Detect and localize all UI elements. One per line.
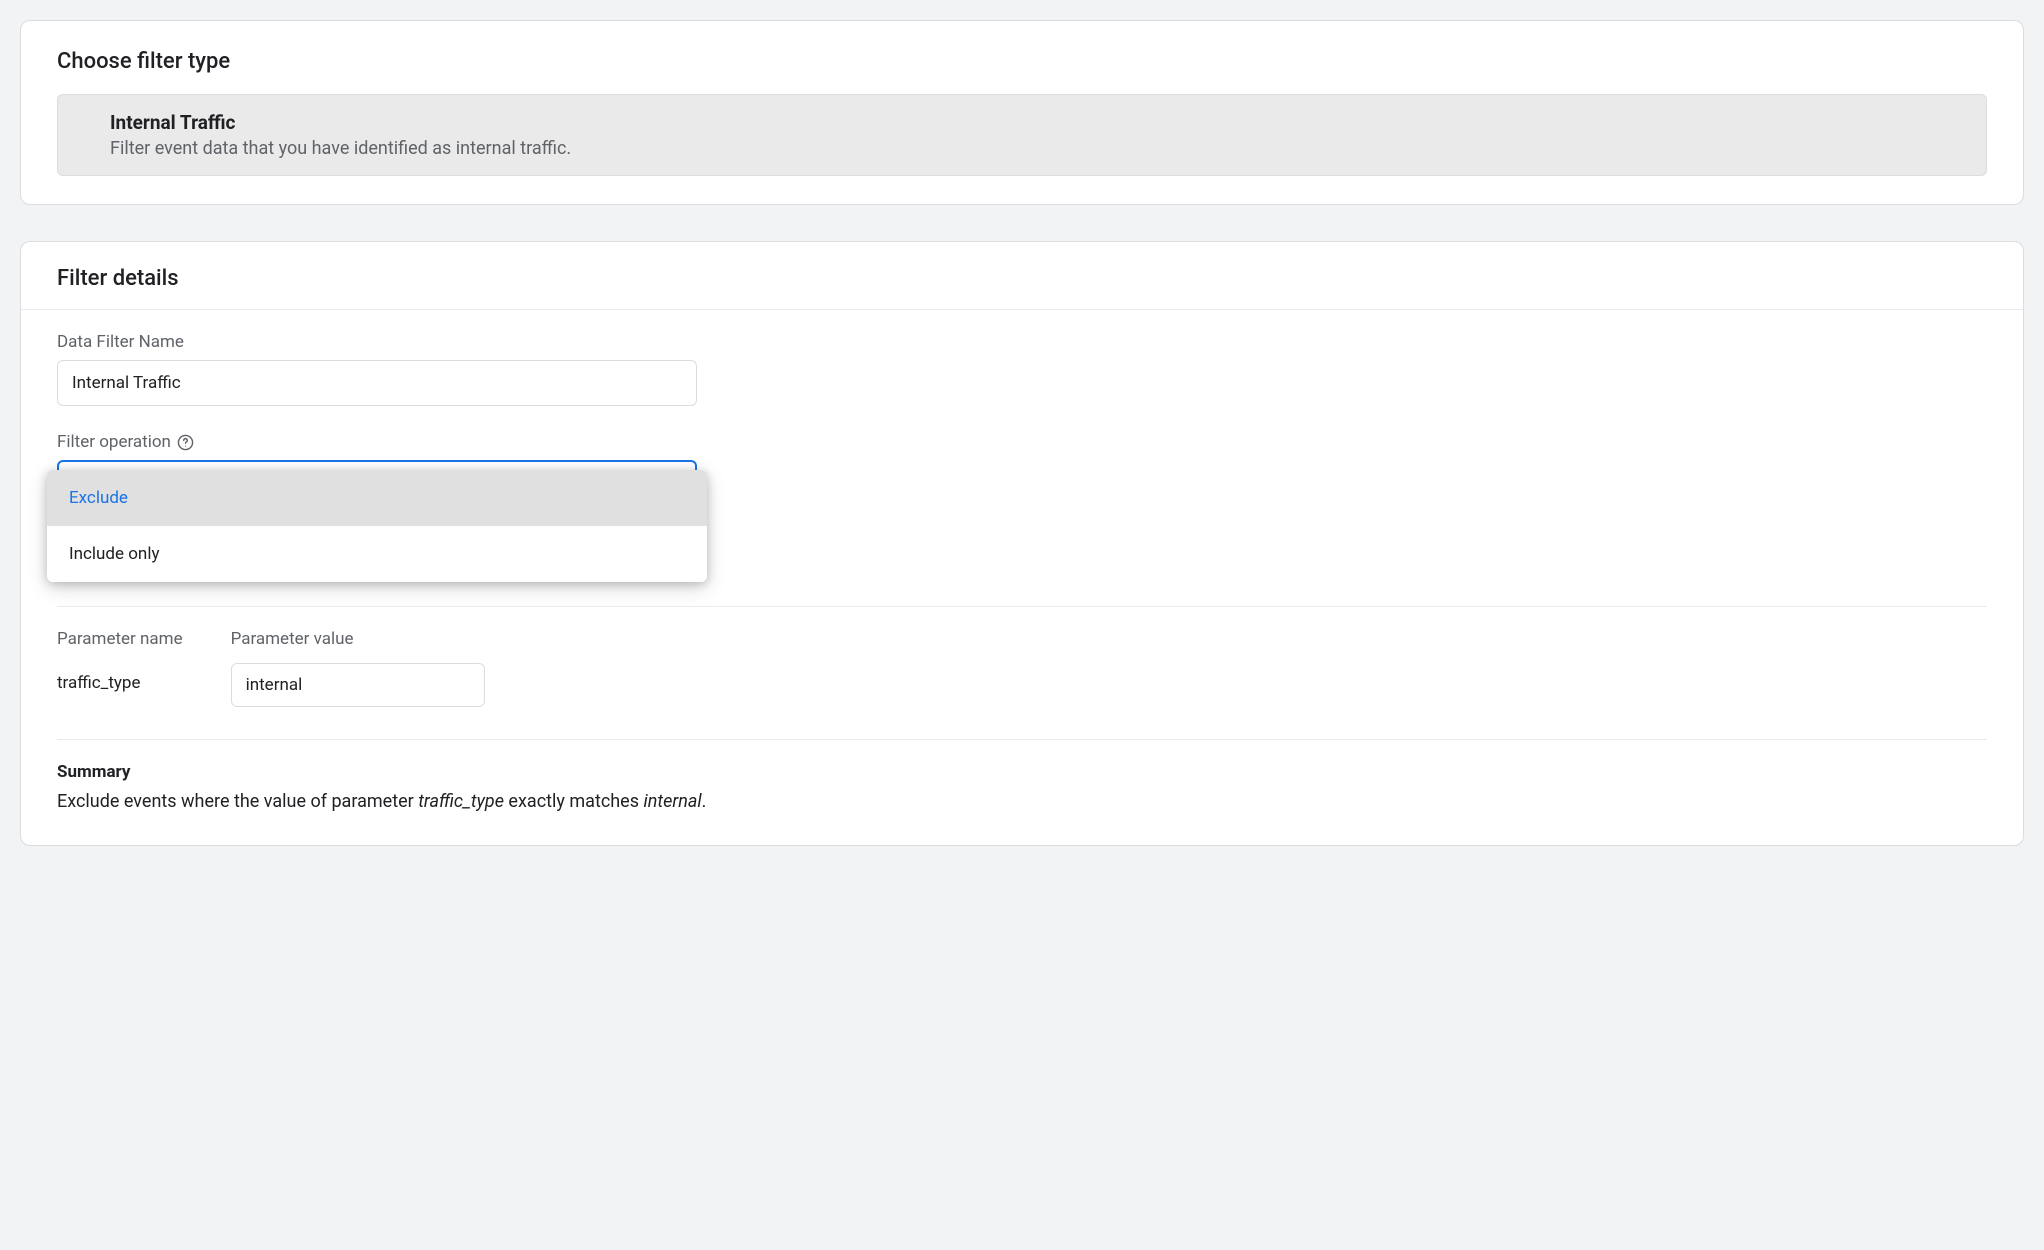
parameter-name-label: Parameter name [57,629,183,649]
parameter-row: Parameter name traffic_type Parameter va… [57,629,1987,707]
filter-type-option-desc: Filter event data that you have identifi… [110,138,1934,159]
filter-operation-label: Filter operation [57,432,1987,452]
dropdown-option-exclude[interactable]: Exclude [47,470,707,526]
filter-name-label: Data Filter Name [57,332,1987,352]
dropdown-option-include-only[interactable]: Include only [47,526,707,582]
filter-name-field: Data Filter Name [57,332,1987,406]
summary-text: Exclude events where the value of parame… [57,788,1987,815]
summary-section: Summary Exclude events where the value o… [57,762,1987,815]
summary-mid: exactly matches [504,791,644,812]
filter-operation-field: Filter operation Exclude Include only [57,432,1987,580]
parameter-name-col: Parameter name traffic_type [57,629,183,703]
filter-operation-dropdown: Exclude Include only [47,470,707,582]
help-icon[interactable] [177,433,195,451]
filter-type-option[interactable]: Internal Traffic Filter event data that … [57,94,1987,176]
filter-operation-select[interactable] [57,460,697,470]
filter-name-input[interactable] [57,360,697,406]
parameter-value-input[interactable] [231,663,485,707]
filter-details-section-title: Filter details [57,266,1987,291]
parameter-name-value: traffic_type [57,663,183,703]
summary-value: internal [643,791,701,812]
filter-details-card: Filter details Data Filter Name Filter o… [20,241,2024,846]
divider [57,606,1987,607]
divider [57,739,1987,740]
filter-type-card: Choose filter type Internal Traffic Filt… [20,20,2024,205]
filter-type-section-title: Choose filter type [57,49,1987,74]
parameter-value-col: Parameter value [231,629,485,707]
filter-type-option-title: Internal Traffic [110,111,1934,134]
summary-param: traffic_type [418,791,504,812]
summary-prefix: Exclude events where the value of parame… [57,791,418,812]
summary-title: Summary [57,762,1987,782]
summary-suffix: . [702,791,707,812]
filter-operation-label-text: Filter operation [57,432,171,452]
parameter-value-label: Parameter value [231,629,485,649]
